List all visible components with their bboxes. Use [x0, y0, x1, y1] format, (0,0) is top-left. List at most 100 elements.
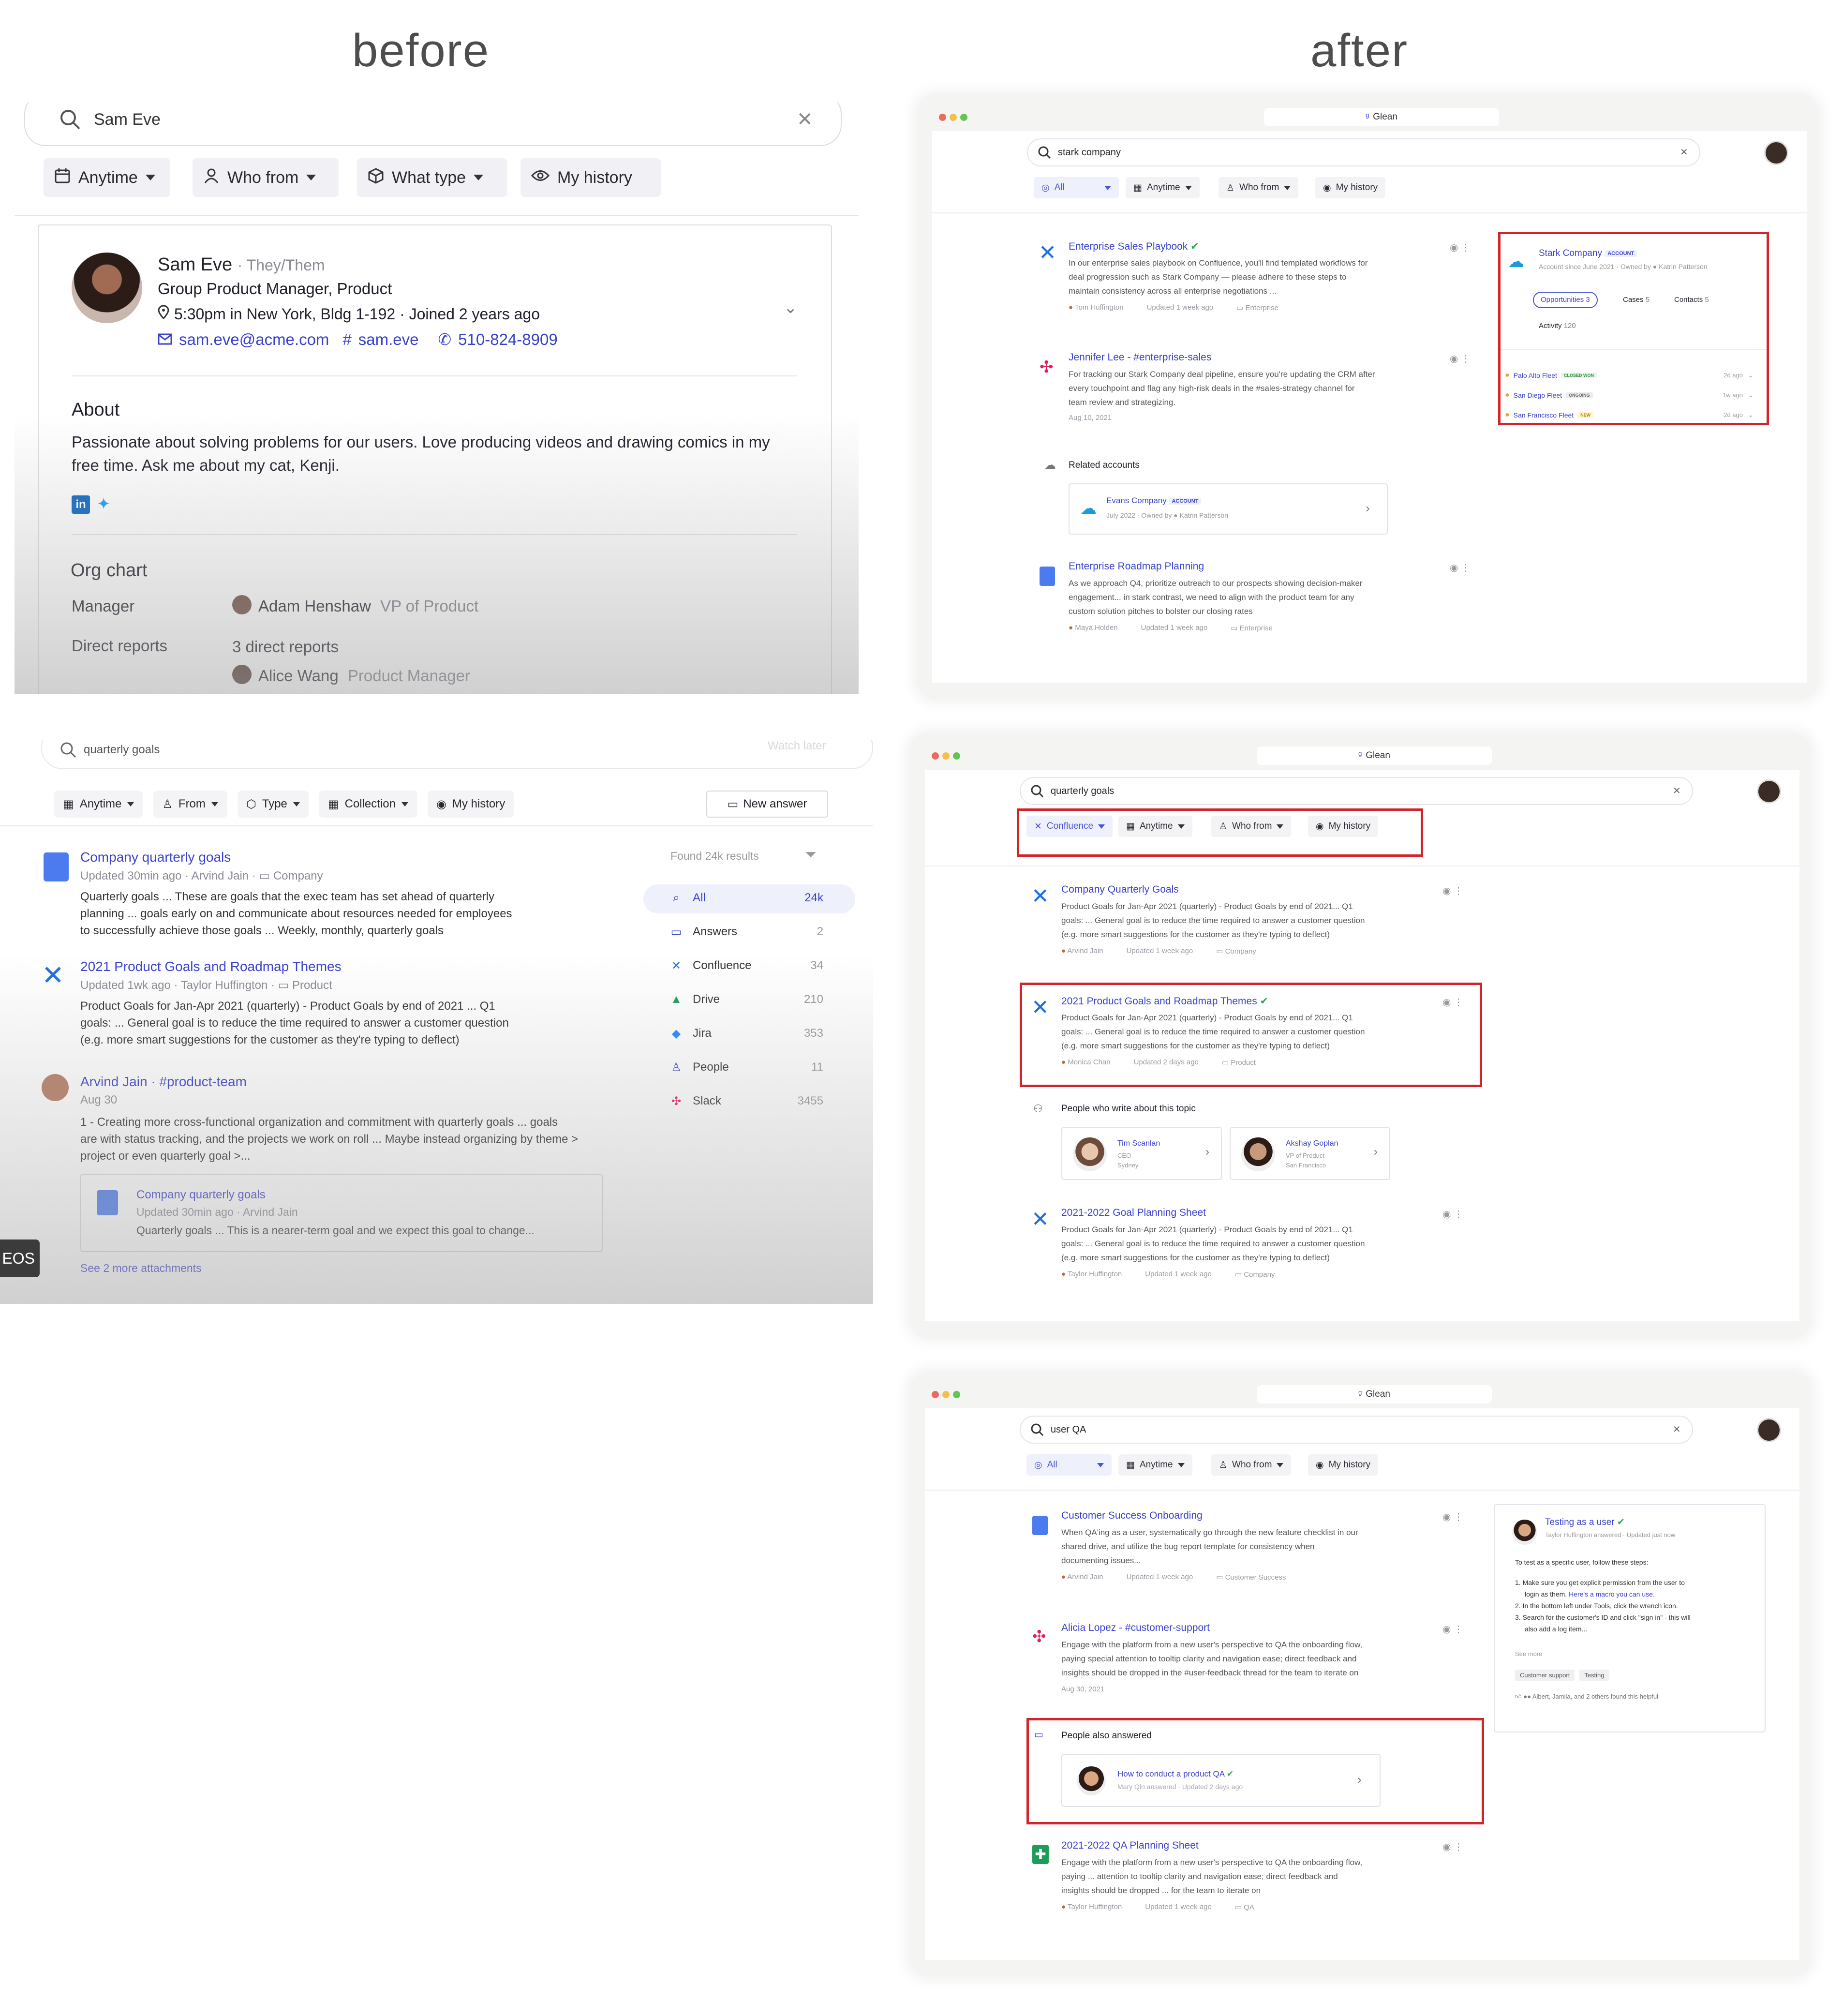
macro-link[interactable]: Here's a macro you can use.: [1569, 1590, 1655, 1598]
report-name[interactable]: Alice Wang: [258, 667, 339, 685]
anytime-filter[interactable]: Anytime: [44, 158, 170, 197]
from-filter[interactable]: ♙ From: [153, 791, 227, 818]
result-title[interactable]: Customer Success Onboarding: [1061, 1510, 1203, 1522]
attachment-title[interactable]: Company quarterly goals: [136, 1188, 266, 1202]
result-title[interactable]: Jennifer Lee - #enterprise-sales: [1069, 352, 1211, 363]
chevron-right-icon: ›: [1205, 1145, 1209, 1158]
facet-people[interactable]: ♙ People 11: [670, 1060, 823, 1094]
search-icon: [59, 741, 77, 762]
anytime-filter[interactable]: ▦ Anytime: [1126, 177, 1200, 198]
who-from-filter[interactable]: Who from: [193, 158, 339, 197]
search-input[interactable]: quarterly goals: [84, 743, 160, 757]
org-chart-heading: Org chart: [71, 560, 148, 581]
person-card[interactable]: Akshay Goplan VP of Product San Francisco…: [1230, 1127, 1390, 1180]
result-title[interactable]: Alicia Lopez - #customer-support: [1061, 1622, 1210, 1634]
topic-tag[interactable]: Testing: [1579, 1670, 1609, 1681]
who-from-filter[interactable]: ♙ Who from: [1219, 177, 1299, 198]
highlight-box: [1498, 232, 1769, 425]
collection-filter[interactable]: ▦ Collection: [319, 791, 417, 818]
search-bar[interactable]: Sam Eve ✕: [24, 103, 842, 146]
result-title[interactable]: Company Quarterly Goals: [1061, 884, 1179, 896]
result-title[interactable]: 2021 Product Goals and Roadmap Themes: [80, 959, 342, 974]
see-more-link[interactable]: See more: [1515, 1650, 1542, 1658]
search-bar[interactable]: user QA ✕: [1020, 1416, 1693, 1444]
search-input[interactable]: stark company: [1058, 147, 1121, 158]
result-title[interactable]: Arvind Jain · #product-team: [80, 1074, 247, 1090]
eye-icon[interactable]: ◉ ⋮: [1450, 562, 1471, 574]
clear-icon[interactable]: ✕: [1673, 785, 1681, 797]
who-from-filter[interactable]: ♙ Who from: [1211, 1454, 1292, 1476]
search-bar[interactable]: quarterly goals ✕: [1020, 777, 1693, 805]
email-link[interactable]: sam.eve@acme.com: [179, 330, 329, 349]
new-answer-button[interactable]: ▭ New answer: [706, 791, 828, 818]
confluence-icon: ✕: [671, 959, 682, 972]
eye-icon[interactable]: ◉ ⋮: [1442, 1208, 1463, 1220]
facet-drive[interactable]: ▲ Drive 210: [670, 993, 823, 1027]
result-title[interactable]: Enterprise Sales Playbook ✔: [1069, 240, 1199, 253]
my-history-filter[interactable]: My history: [520, 158, 661, 197]
search-bar[interactable]: quarterly goals Watch later: [41, 740, 873, 769]
what-type-filter[interactable]: What type: [357, 158, 507, 197]
clear-icon[interactable]: ✕: [797, 108, 813, 131]
all-filter[interactable]: ◎ All: [1026, 1454, 1112, 1476]
person-card[interactable]: Tim Scanlan CEO Sydney ›: [1061, 1127, 1222, 1180]
linkedin-icon[interactable]: in: [72, 495, 90, 514]
eye-icon[interactable]: ◉ ⋮: [1442, 1511, 1463, 1523]
direct-reports-count[interactable]: 3 direct reports: [232, 638, 339, 656]
filter-icon[interactable]: ⏷: [805, 847, 817, 863]
search-input[interactable]: Sam Eve: [94, 110, 161, 129]
facet-answers[interactable]: ▭ Answers 2: [670, 925, 823, 959]
attachment-card[interactable]: Company quarterly goals Updated 30min ag…: [80, 1174, 603, 1252]
my-history-filter[interactable]: ◉ My history: [427, 791, 514, 818]
user-avatar[interactable]: [1757, 779, 1781, 804]
facet-count: 2: [817, 925, 823, 938]
eye-icon[interactable]: ◉ ⋮: [1442, 1623, 1463, 1635]
answer-title[interactable]: Testing as a user: [1545, 1517, 1615, 1527]
profile-location: 5:30pm in New York, Bldg 1-192 · Joined …: [174, 305, 540, 323]
eye-icon[interactable]: ◉ ⋮: [1442, 885, 1463, 897]
search-input[interactable]: user QA: [1051, 1424, 1086, 1435]
eye-icon[interactable]: ◉ ⋮: [1450, 353, 1471, 365]
manager-name[interactable]: Adam Henshaw: [258, 597, 371, 615]
facet-slack[interactable]: ✣ Slack 3455: [670, 1094, 823, 1128]
result-title[interactable]: Company quarterly goals: [80, 850, 231, 865]
clear-icon[interactable]: ✕: [1673, 1423, 1681, 1435]
result-title[interactable]: 2021-2022 QA Planning Sheet: [1061, 1840, 1199, 1852]
my-history-filter[interactable]: ◉ My history: [1308, 1454, 1379, 1476]
slack-link[interactable]: sam.eve: [358, 330, 419, 349]
related-account-card[interactable]: ☁ Evans Company ACCOUNT July 2022 · Owne…: [1069, 483, 1388, 535]
chevron-down-icon[interactable]: ⌄: [784, 298, 798, 317]
all-filter[interactable]: ◎ All: [1034, 177, 1119, 198]
topic-tag[interactable]: Customer support: [1515, 1670, 1575, 1681]
search-bar[interactable]: stark company ✕: [1027, 138, 1700, 166]
facet-jira[interactable]: ◆ Jira 353: [670, 1027, 823, 1060]
url-bar[interactable]: ᶢ Glean: [1257, 1385, 1492, 1404]
facet-all[interactable]: ⌕ All 24k: [670, 891, 823, 925]
cube-icon: [368, 167, 384, 188]
clear-icon[interactable]: ✕: [1680, 146, 1688, 158]
user-avatar[interactable]: [1764, 141, 1788, 165]
user-avatar[interactable]: [1757, 1418, 1781, 1442]
phone-link[interactable]: 510-824-8909: [458, 330, 558, 349]
glean-logo-icon: ᶢ: [1366, 112, 1369, 122]
my-history-filter[interactable]: ◉ My history: [1315, 177, 1386, 198]
facet-confluence[interactable]: ✕ Confluence 34: [670, 959, 823, 993]
author: Arvind Jain: [1067, 1573, 1103, 1581]
eye-icon: ◉: [1323, 182, 1331, 193]
anytime-filter[interactable]: ▦ Anytime: [54, 791, 143, 818]
url-bar[interactable]: ᶢ Glean: [1257, 747, 1492, 765]
see-more-attachments-link[interactable]: See 2 more attachments: [80, 1262, 202, 1275]
search-input[interactable]: quarterly goals: [1051, 786, 1114, 797]
facet-count: 11: [811, 1060, 823, 1074]
twitter-icon[interactable]: ✦: [97, 494, 111, 514]
eye-icon[interactable]: ◉ ⋮: [1450, 241, 1471, 254]
person-icon: ♙: [1226, 182, 1235, 193]
anytime-filter[interactable]: ▦ Anytime: [1118, 1454, 1192, 1476]
type-filter[interactable]: ⬡ Type: [237, 791, 309, 818]
chevron-down-icon: [1177, 1463, 1185, 1467]
eye-icon[interactable]: ◉ ⋮: [1442, 1841, 1463, 1853]
thumbs-up-icon[interactable]: 👍︎: [1515, 1693, 1522, 1700]
result-title[interactable]: Enterprise Roadmap Planning: [1069, 561, 1204, 572]
url-bar[interactable]: ᶢ Glean: [1264, 108, 1499, 126]
result-title[interactable]: 2021-2022 Goal Planning Sheet: [1061, 1207, 1206, 1219]
